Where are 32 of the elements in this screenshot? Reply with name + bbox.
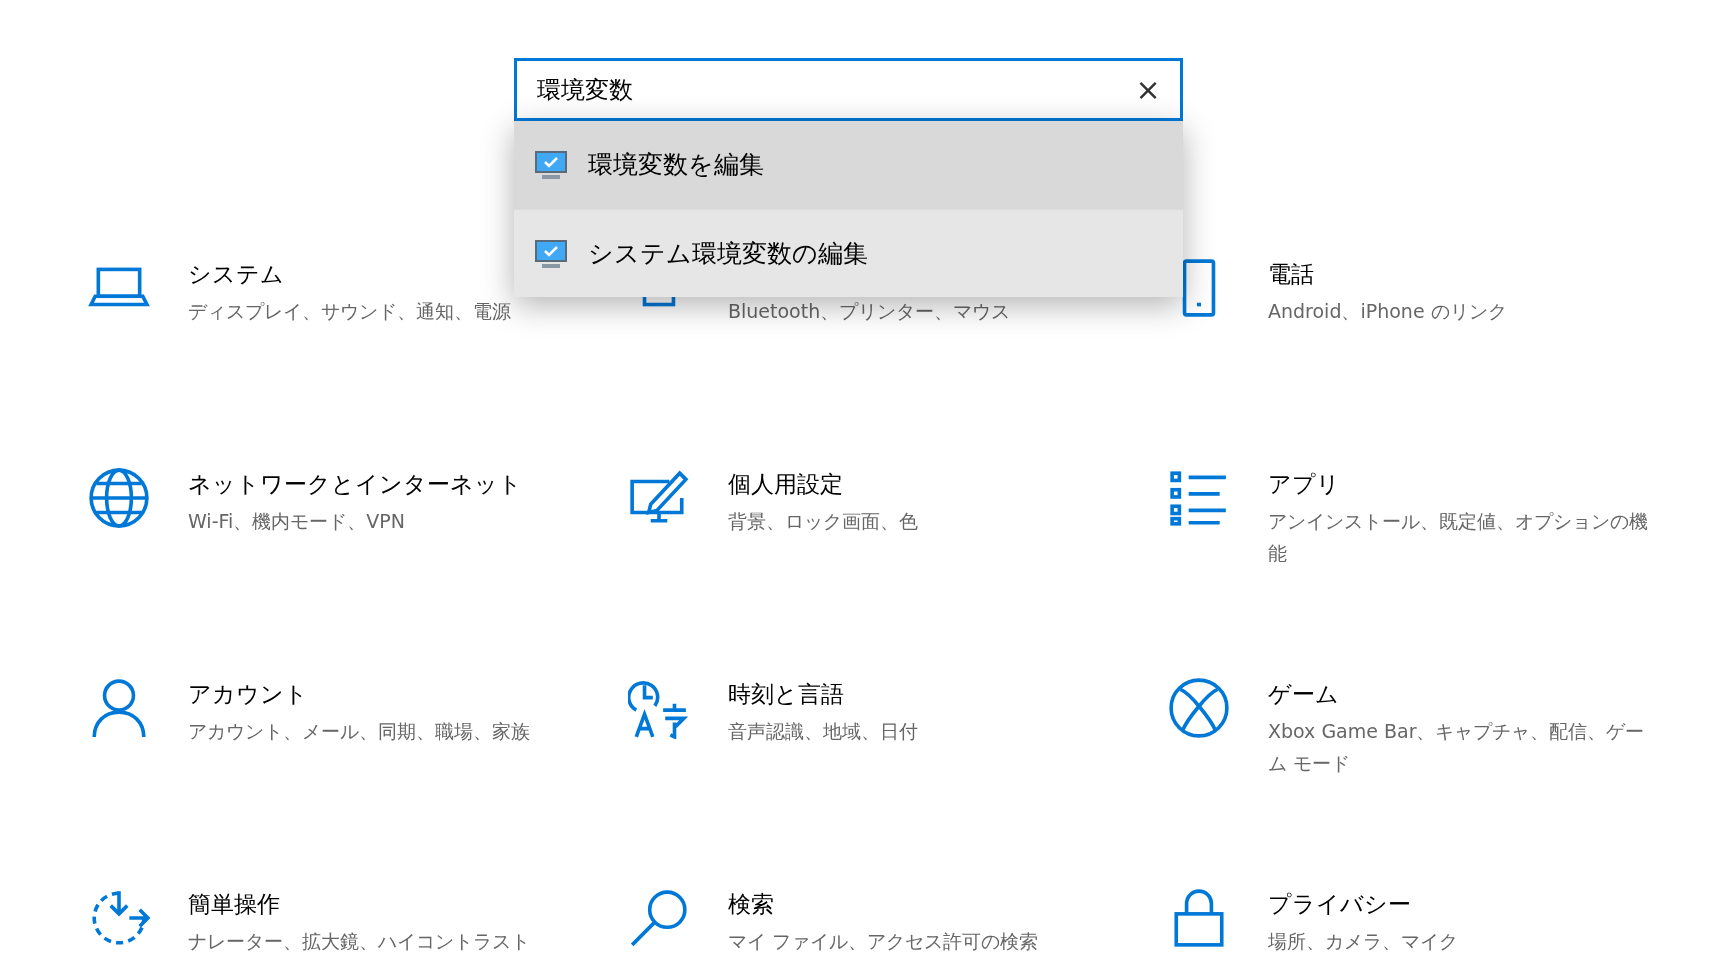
tile-description: Xbox Game Bar、キャプチャ、配信、ゲーム モード	[1268, 719, 1646, 776]
tile-description: 音声認識、地域、日付	[728, 719, 918, 744]
monitor-icon	[534, 150, 568, 180]
tile-title[interactable]: 時刻と言語	[728, 677, 844, 711]
tile-description: アンインストール、既定値、オプションの機能	[1268, 509, 1649, 566]
tile-description: アカウント、メール、同期、職場、家族	[188, 719, 530, 744]
tile-title[interactable]: 簡単操作	[188, 887, 280, 921]
monitor-icon	[534, 238, 568, 269]
xbox-icon	[1168, 677, 1230, 739]
tile-description: Wi-Fi、機内モード、VPN	[188, 509, 405, 534]
tile-description: ナレーター、拡大鏡、ハイコントラスト	[188, 929, 530, 954]
search-field[interactable]: 環境変数 ×	[514, 58, 1183, 121]
tile-title[interactable]: システム	[188, 257, 284, 291]
tile-title[interactable]: ネットワークとインターネット	[188, 467, 522, 501]
tile-title[interactable]: プライバシー	[1268, 887, 1411, 921]
tile-description: Android、iPhone のリンク	[1268, 299, 1507, 324]
tile-description: 場所、カメラ、マイク	[1268, 929, 1458, 954]
clear-button[interactable]: ×	[1128, 69, 1168, 110]
tile-title[interactable]: 検索	[728, 887, 774, 921]
tile-description: マイ ファイル、アクセス許可の検索	[728, 929, 1039, 954]
tile-description: 背景、ロック画面、色	[728, 509, 918, 534]
tile-description: ディスプレイ、サウンド、通知、電源	[188, 299, 511, 324]
tile-title[interactable]: アカウント	[188, 677, 308, 711]
tile-title[interactable]: 電話	[1268, 257, 1314, 291]
tile-title[interactable]: ゲーム	[1268, 677, 1339, 711]
globe-icon	[88, 467, 150, 529]
tile-title[interactable]: 個人用設定	[728, 467, 843, 501]
tile-title[interactable]: アプリ	[1268, 467, 1340, 501]
suggestion-item[interactable]: 環境変数を編集	[514, 121, 1183, 209]
tile-description: Bluetooth、プリンター、マウス	[728, 299, 1011, 324]
suggestion-item[interactable]: システム環境変数の編集	[514, 209, 1183, 297]
search-icon	[628, 887, 690, 949]
